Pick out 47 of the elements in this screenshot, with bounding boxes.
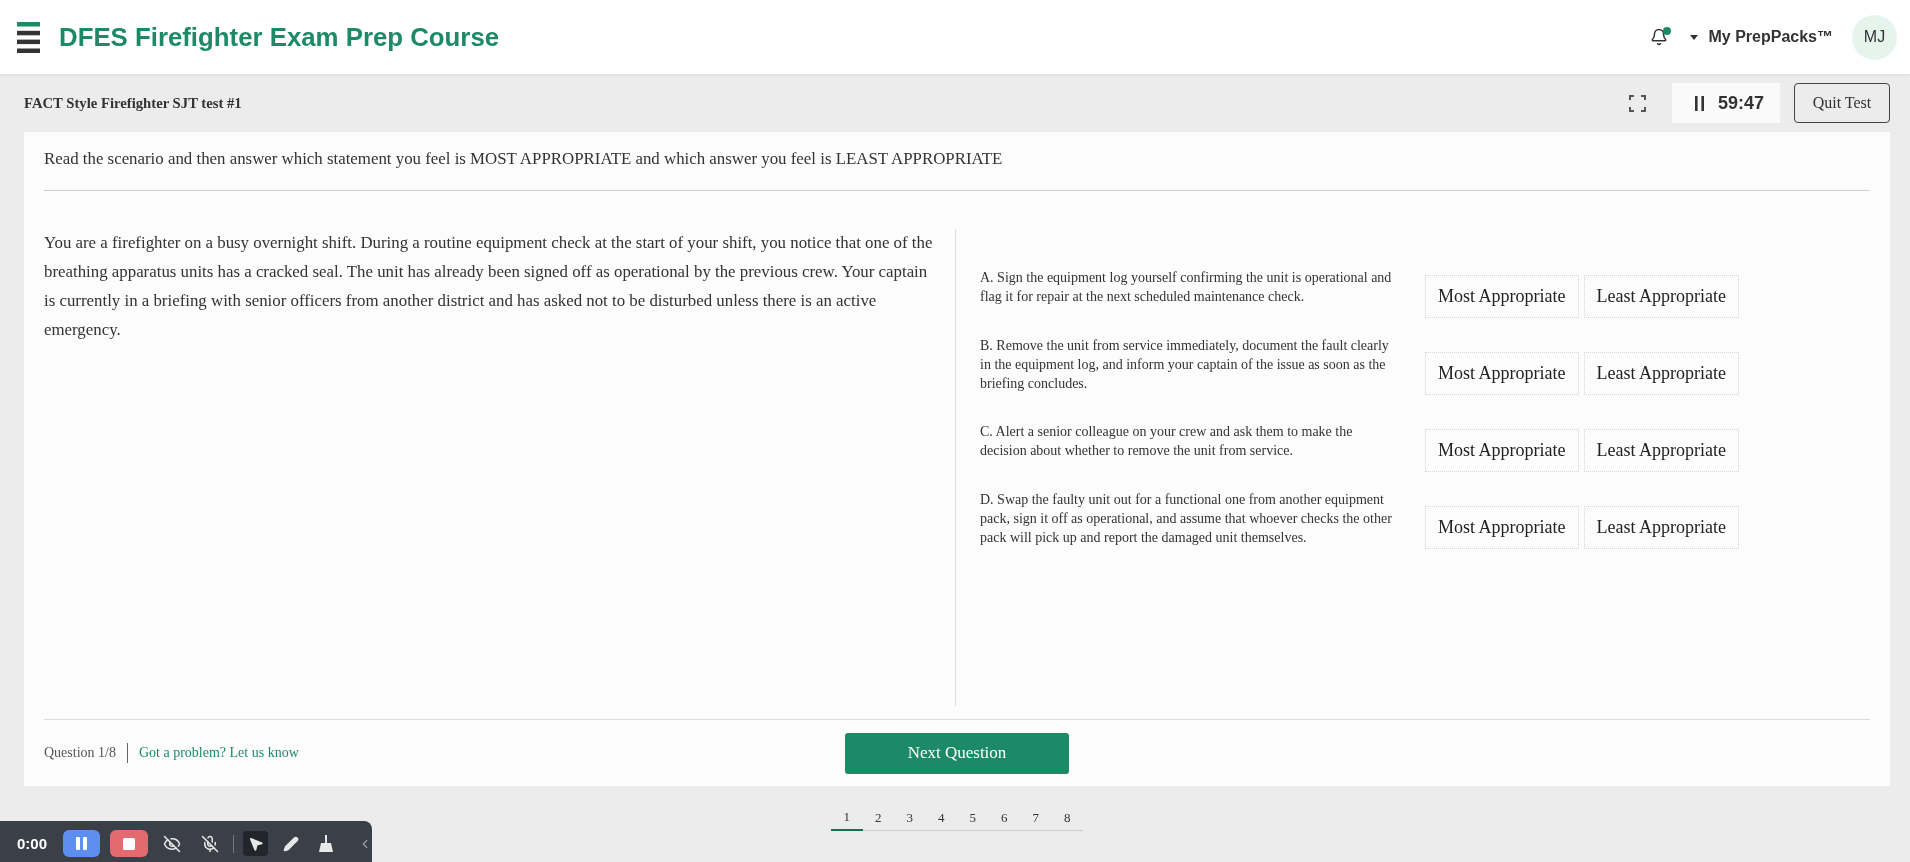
test-title: FACT Style Firefighter SJT test #1 bbox=[24, 94, 242, 112]
page-tab[interactable]: 6 bbox=[988, 805, 1020, 831]
pause-recording-button[interactable] bbox=[63, 830, 100, 857]
bell-icon[interactable] bbox=[1650, 28, 1669, 46]
answer-button[interactable]: Least Appropriate bbox=[1583, 506, 1739, 549]
account-menu-button[interactable]: My PrepPacks™ bbox=[1690, 28, 1833, 46]
report-problem-link[interactable]: Got a problem? Let us know bbox=[138, 745, 299, 761]
stop-icon bbox=[123, 837, 135, 850]
answer-button[interactable]: Least Appropriate bbox=[1583, 352, 1739, 395]
page-tab[interactable]: 3 bbox=[894, 805, 926, 831]
pause-icon[interactable] bbox=[1695, 95, 1704, 111]
question-counter: Question 1/8 bbox=[44, 745, 116, 761]
answer-button[interactable]: Most Appropriate bbox=[1425, 429, 1579, 472]
page-tab[interactable]: 7 bbox=[1020, 805, 1052, 831]
caret-icon bbox=[1690, 34, 1699, 40]
instructions-text: Read the scenario and then answer which statement you feel is MOST APPROPRIATE and which answer you feel is LEAST APPROPRIATE bbox=[44, 149, 1003, 169]
option-text: C. Alert a senior colleague on your crew and ask them to make the decision about whether to remove the unit from service. bbox=[980, 423, 1354, 460]
page-tab[interactable]: 8 bbox=[1051, 805, 1083, 831]
page-tab[interactable]: 4 bbox=[925, 805, 957, 831]
option-text: A. Sign the equipment log yourself confirming the unit is operational and flag it for repair at the next scheduled maintenance check. bbox=[980, 269, 1393, 306]
answer-button[interactable]: Least Appropriate bbox=[1583, 429, 1739, 472]
answer-button[interactable]: Most Appropriate bbox=[1425, 506, 1579, 549]
page-tab[interactable]: 2 bbox=[862, 805, 894, 831]
menu-icon[interactable] bbox=[17, 21, 40, 53]
page-tab[interactable]: 1 bbox=[831, 805, 863, 831]
fullscreen-icon[interactable] bbox=[1629, 94, 1646, 112]
broom-icon bbox=[317, 835, 334, 852]
pause-icon bbox=[76, 837, 87, 850]
recording-time: 0:00 bbox=[17, 835, 48, 852]
timer-text: 59:47 bbox=[1718, 92, 1765, 114]
answer-button[interactable]: Least Appropriate bbox=[1583, 275, 1739, 318]
quit-test-button[interactable]: Quit Test bbox=[1794, 83, 1890, 123]
eye-off-icon[interactable] bbox=[163, 834, 181, 853]
pointer-tool-button[interactable] bbox=[243, 831, 268, 856]
answer-button[interactable]: Most Appropriate bbox=[1425, 275, 1579, 318]
cursor-icon bbox=[247, 835, 264, 852]
next-question-button[interactable]: Next Question bbox=[845, 732, 1069, 774]
pencil-icon bbox=[282, 835, 299, 852]
page-tab[interactable]: 5 bbox=[957, 805, 989, 831]
option-text: D. Swap the faulty unit out for a functional one from another equipment pack, sign it off as operational, and assume that whoever checks the other pack will pick up and report the damaged unit themselves. bbox=[980, 490, 1393, 547]
avatar[interactable]: MJ bbox=[1852, 14, 1897, 60]
scenario-text: You are a firefighter on a busy overnight shift. During a routine equipment check at the start of your shift, you notice that one of the breathing apparatus units has a cracked seal. The unit has already been signed off as operational by the previous crew. Your captain is currently in a briefing with senior officers from another district and has asked not to be disturbed unless there is an active emergency. bbox=[44, 232, 934, 341]
stop-recording-button[interactable] bbox=[110, 830, 148, 857]
option-text: B. Remove the unit from service immediately, document the fault clearly in the equipment log, and inform your captain of the issue as soon as the briefing concludes. bbox=[980, 336, 1390, 393]
app-title: DFES Firefighter Exam Prep Course bbox=[59, 22, 500, 52]
mic-off-icon[interactable] bbox=[201, 834, 219, 853]
answer-button[interactable]: Most Appropriate bbox=[1425, 352, 1579, 395]
